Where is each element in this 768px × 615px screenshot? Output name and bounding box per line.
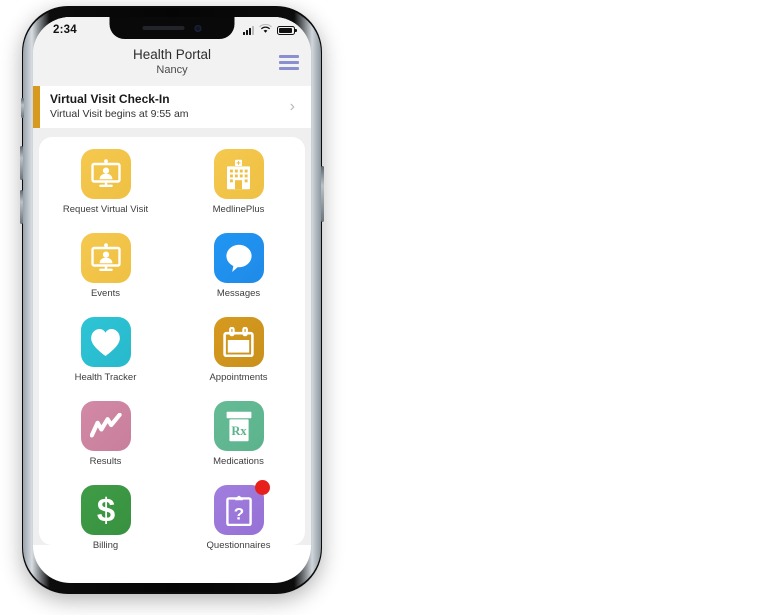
phone-screen: 2:34 Health Portal Nancy Virtual Visit C… bbox=[33, 17, 311, 583]
app-tile-billing[interactable]: $ Billing bbox=[56, 485, 156, 569]
app-tile-results[interactable]: Results bbox=[56, 401, 156, 485]
app-tile-messages[interactable]: Messages bbox=[189, 233, 289, 317]
battery-icon bbox=[277, 25, 297, 35]
notification-badge bbox=[254, 480, 270, 495]
heart-icon bbox=[80, 317, 131, 367]
wifi-icon bbox=[259, 21, 272, 39]
svg-text:?: ? bbox=[233, 504, 243, 523]
app-tile-questionnaires[interactable]: ? Questionnaires bbox=[189, 480, 289, 569]
app-tile-label: Medications bbox=[213, 456, 264, 467]
app-tile-health-tracker[interactable]: Health Tracker bbox=[56, 317, 156, 401]
app-tile-events[interactable]: Events bbox=[56, 233, 156, 317]
app-tile-label: Appointments bbox=[209, 372, 268, 383]
svg-text:$: $ bbox=[96, 493, 114, 527]
volume-up-button[interactable] bbox=[20, 146, 23, 180]
speech-bubble-icon bbox=[213, 233, 264, 283]
app-tile-medications[interactable]: Rx Medications bbox=[189, 401, 289, 485]
app-tile-label: Request Virtual Visit bbox=[62, 204, 149, 215]
app-tile-label: Questionnaires bbox=[206, 540, 271, 551]
app-grid: Request Virtual Visit MedlinePlus Events… bbox=[39, 137, 305, 551]
pill-bottle-rx-icon: Rx bbox=[213, 401, 264, 451]
status-time: 2:34 bbox=[53, 24, 77, 36]
app-tile-label: MedlinePlus bbox=[212, 204, 265, 215]
app-grid-section: Request Virtual Visit MedlinePlus Events… bbox=[33, 128, 311, 551]
banner-text: Virtual Visit Check-In Virtual Visit beg… bbox=[50, 92, 189, 121]
app-tile-label: Messages bbox=[216, 288, 261, 299]
app-tile-medlineplus[interactable]: MedlinePlus bbox=[189, 149, 289, 233]
hamburger-menu-icon[interactable] bbox=[279, 55, 299, 70]
notch bbox=[109, 17, 235, 39]
phone-device: 2:34 Health Portal Nancy Virtual Visit C… bbox=[20, 6, 324, 594]
hospital-building-icon bbox=[213, 149, 264, 199]
cellular-signal-icon bbox=[243, 25, 254, 35]
app-tile-appointments[interactable]: Appointments bbox=[189, 317, 289, 401]
earpiece-speaker bbox=[142, 26, 185, 30]
app-tile-label: Events bbox=[90, 288, 121, 299]
power-button[interactable] bbox=[321, 166, 324, 222]
banner-subtitle: Virtual Visit begins at 9:55 am bbox=[50, 108, 189, 120]
svg-text:Rx: Rx bbox=[231, 424, 247, 438]
app-header: Health Portal Nancy bbox=[33, 43, 311, 86]
silence-switch[interactable] bbox=[21, 98, 24, 118]
video-visit-icon bbox=[80, 149, 131, 199]
calendar-icon bbox=[213, 317, 264, 367]
dollar-sign-icon: $ bbox=[80, 485, 131, 535]
status-icons bbox=[243, 21, 297, 39]
clipboard-question-icon: ? bbox=[213, 480, 270, 535]
page-title: Health Portal bbox=[132, 47, 212, 62]
app-tile-label: Health Tracker bbox=[74, 372, 137, 383]
app-tile-label: Results bbox=[89, 456, 122, 467]
app-tile-request-virtual-visit[interactable]: Request Virtual Visit bbox=[56, 149, 156, 233]
volume-down-button[interactable] bbox=[20, 190, 23, 224]
app-tile-label: Billing bbox=[92, 540, 119, 551]
user-name: Nancy bbox=[156, 64, 188, 76]
trend-line-icon bbox=[80, 401, 131, 451]
chevron-right-icon: › bbox=[289, 97, 295, 115]
virtual-visit-checkin-banner[interactable]: Virtual Visit Check-In Virtual Visit beg… bbox=[33, 86, 311, 128]
banner-title: Virtual Visit Check-In bbox=[50, 92, 170, 106]
front-camera-icon bbox=[194, 24, 202, 32]
video-visit-icon bbox=[80, 233, 131, 283]
